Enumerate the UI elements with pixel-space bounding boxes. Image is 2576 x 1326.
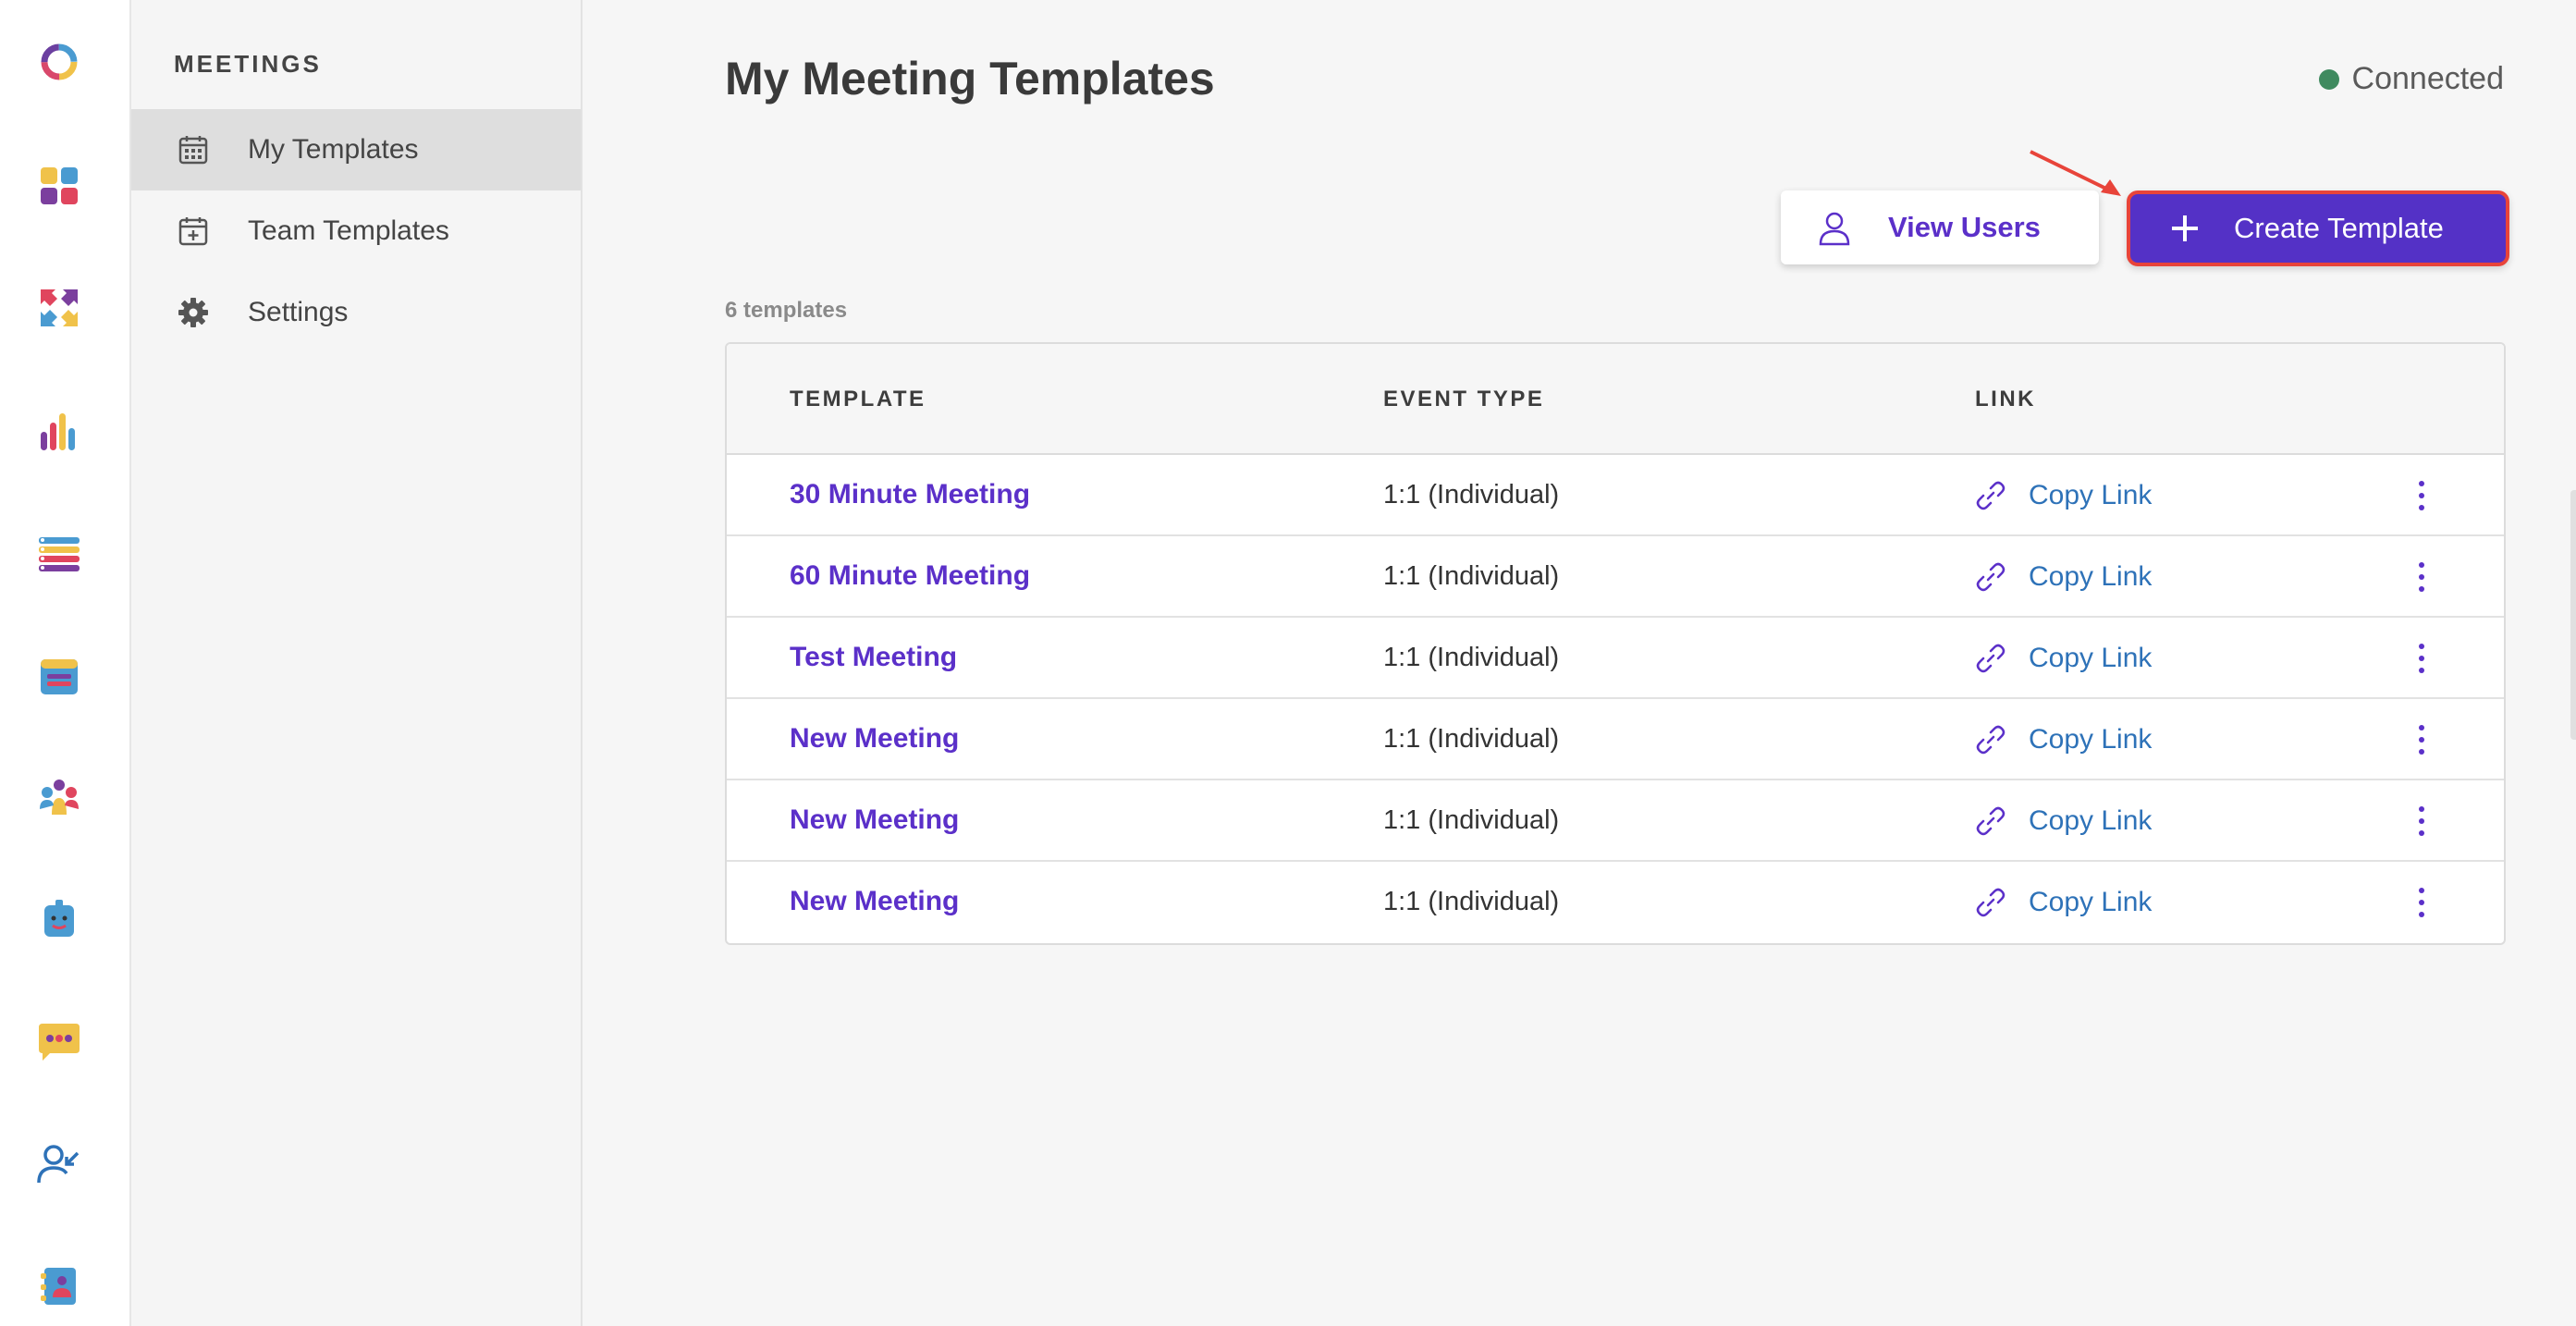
meetings-icon[interactable] [32, 649, 86, 703]
more-options-icon[interactable] [2408, 638, 2435, 679]
template-name-link[interactable]: New Meeting [790, 723, 959, 755]
link-icon [1976, 888, 2006, 917]
copy-link-label: Copy Link [2029, 887, 2153, 917]
sidebar-item-label: Team Templates [248, 215, 449, 246]
team-icon[interactable] [32, 771, 86, 825]
table-header: TEMPLATE EVENT TYPE LINK [727, 344, 2504, 455]
sidebar-item-label: My Templates [248, 134, 419, 165]
copy-link-button[interactable]: Copy Link [1975, 718, 2152, 762]
column-header-template: TEMPLATE [790, 387, 926, 411]
event-type: 1:1 (Individual) [1383, 805, 1560, 835]
table-row: New Meeting 1:1 (Individual) Copy Link [727, 862, 2504, 943]
view-users-label: View Users [1888, 211, 2041, 243]
template-name-link[interactable]: 60 Minute Meeting [790, 560, 1030, 592]
link-icon [1976, 806, 2006, 836]
app-logo-icon[interactable] [32, 35, 86, 89]
reports-icon[interactable] [32, 405, 86, 459]
link-icon [1976, 644, 2006, 673]
calendar-plus-icon [178, 217, 208, 246]
event-type: 1:1 (Individual) [1383, 643, 1560, 672]
more-options-icon[interactable] [2408, 475, 2435, 516]
column-header-event-type: EVENT TYPE [1383, 387, 1545, 411]
copy-link-label: Copy Link [2029, 724, 2153, 755]
sidebar-item-my-templates[interactable]: My Templates [131, 109, 581, 190]
copy-link-label: Copy Link [2029, 805, 2153, 836]
copy-link-button[interactable]: Copy Link [1975, 636, 2152, 681]
directory-icon[interactable] [32, 1259, 86, 1313]
create-template-button[interactable]: Create Template [2127, 190, 2509, 266]
status-label: Connected [2351, 61, 2504, 96]
event-type: 1:1 (Individual) [1383, 480, 1560, 510]
link-icon [1976, 562, 2006, 592]
more-options-icon[interactable] [2408, 801, 2435, 841]
more-options-icon[interactable] [2408, 719, 2435, 760]
column-header-link: LINK [1975, 387, 2036, 411]
plus-icon [2172, 215, 2198, 241]
sidebar-header: MEETINGS [174, 50, 322, 78]
page-title: My Meeting Templates [725, 53, 1215, 104]
event-type: 1:1 (Individual) [1383, 887, 1560, 916]
more-options-icon[interactable] [2408, 882, 2435, 923]
bot-icon[interactable] [32, 893, 86, 947]
copy-link-label: Copy Link [2029, 561, 2153, 592]
template-count: 6 templates [725, 298, 848, 323]
contact-import-icon[interactable] [32, 1137, 86, 1191]
template-name-link[interactable]: 30 Minute Meeting [790, 479, 1030, 510]
copy-link-label: Copy Link [2029, 643, 2153, 673]
template-name-link[interactable]: Test Meeting [790, 642, 957, 673]
link-icon [1976, 481, 2006, 510]
event-type: 1:1 (Individual) [1383, 561, 1560, 591]
app-rail [0, 0, 131, 1326]
sidebar-item-label: Settings [248, 297, 349, 327]
copy-link-button[interactable]: Copy Link [1975, 473, 2152, 518]
template-name-link[interactable]: New Meeting [790, 886, 959, 917]
sidebar-item-team-templates[interactable]: Team Templates [131, 190, 581, 272]
table-row: Test Meeting 1:1 (Individual) Copy Link [727, 618, 2504, 699]
copy-link-button[interactable]: Copy Link [1975, 555, 2152, 599]
create-template-label: Create Template [2234, 212, 2444, 244]
sidebar-item-settings[interactable]: Settings [131, 272, 581, 353]
connection-status: Connected [2318, 61, 2504, 97]
calendar-icon [178, 136, 208, 165]
view-users-button[interactable]: View Users [1781, 190, 2099, 264]
status-dot-icon [2318, 68, 2339, 90]
table-row: 30 Minute Meeting 1:1 (Individual) Copy Li… [727, 455, 2504, 536]
chat-icon[interactable] [32, 1015, 86, 1069]
edge-tab[interactable] [2570, 490, 2576, 740]
workflows-icon[interactable] [32, 281, 86, 335]
table-row: New Meeting 1:1 (Individual) Copy Link [727, 780, 2504, 862]
gear-icon [178, 298, 208, 327]
event-type: 1:1 (Individual) [1383, 724, 1560, 754]
template-name-link[interactable]: New Meeting [790, 804, 959, 836]
table-row: 60 Minute Meeting 1:1 (Individual) Copy Li… [727, 536, 2504, 618]
templates-table: TEMPLATE EVENT TYPE LINK 30 Minute Meeti… [725, 342, 2506, 945]
link-icon [1976, 725, 2006, 755]
meetings-sidebar: MEETINGS My Templates Team Templates Set… [131, 0, 583, 1326]
dashboard-icon[interactable] [32, 159, 86, 213]
copy-link-label: Copy Link [2029, 480, 2153, 510]
copy-link-button[interactable]: Copy Link [1975, 799, 2152, 843]
table-row: New Meeting 1:1 (Individual) Copy Link [727, 699, 2504, 780]
user-icon [1819, 212, 1850, 246]
more-options-icon[interactable] [2408, 557, 2435, 597]
lists-icon[interactable] [32, 527, 86, 581]
copy-link-button[interactable]: Copy Link [1975, 880, 2152, 925]
